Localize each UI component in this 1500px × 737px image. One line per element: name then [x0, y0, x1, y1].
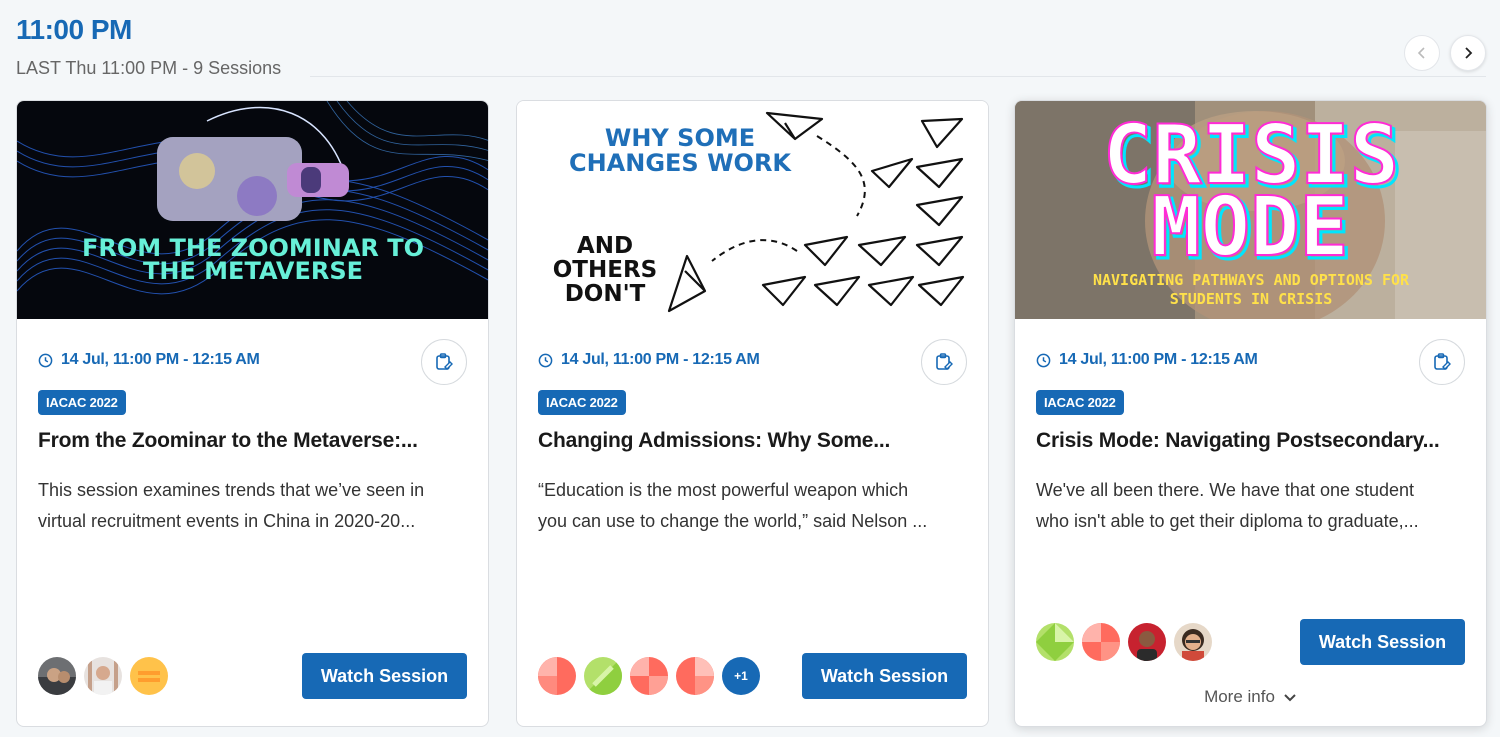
description-line: you can use to change the world,” said N… [538, 511, 928, 531]
speaker-avatars: +1 [538, 657, 760, 695]
clock-icon [538, 353, 553, 367]
slot-time: 11:00 PM [16, 14, 132, 45]
event-tag: IACAC 2022 [38, 390, 126, 415]
avatar[interactable] [538, 657, 576, 695]
session-time: 14 Jul, 11:00 PM - 12:15 AM [38, 351, 260, 369]
add-to-calendar-button[interactable] [921, 339, 967, 385]
add-to-calendar-button[interactable] [421, 339, 467, 385]
watch-session-button[interactable]: Watch Session [1300, 619, 1465, 665]
description-line: We've all been there. We have that one s… [1036, 480, 1415, 500]
description-line: This session examines trends that we’ve … [38, 480, 425, 500]
avatar[interactable] [1082, 623, 1120, 661]
avatar[interactable] [584, 657, 622, 695]
clock-icon [38, 353, 53, 367]
session-card[interactable]: CRISIS CRISIS MODE MODE NAVIGATING PATHW… [1014, 100, 1487, 727]
thumbnail-subtitle-line-2: STUDENTS IN CRISIS [1170, 290, 1333, 308]
clock-icon [1036, 353, 1051, 367]
session-thumbnail: CRISIS CRISIS MODE MODE NAVIGATING PATHW… [1015, 101, 1486, 319]
avatar[interactable] [38, 657, 76, 695]
event-tag: IACAC 2022 [538, 390, 626, 415]
session-time: 14 Jul, 11:00 PM - 12:15 AM [538, 351, 760, 369]
chevron-down-icon [1284, 694, 1296, 702]
thumbnail-title-line-2: MODE [1151, 180, 1348, 275]
calendar-edit-icon [936, 353, 953, 370]
carousel-prev-button[interactable] [1404, 35, 1440, 71]
speaker-avatars [1036, 623, 1212, 661]
more-speakers-badge[interactable]: +1 [722, 657, 760, 695]
avatar[interactable] [1174, 623, 1212, 661]
description-line: virtual recruitment events in China in 2… [38, 511, 416, 531]
add-to-calendar-button[interactable] [1419, 339, 1465, 385]
thumbnail-title-line-4: OTHERS [553, 257, 657, 283]
session-card[interactable]: FROM THE ZOOMINAR TO THE METAVERSE 14 Ju… [16, 100, 489, 727]
time-slot-header: 11:00 PM LAST Thu 11:00 PM - 9 Sessions [16, 14, 281, 79]
thumbnail-title-line-5: DON'T [565, 281, 646, 307]
header-divider [310, 76, 1486, 77]
slot-subtitle: LAST Thu 11:00 PM - 9 Sessions [16, 58, 282, 78]
session-time-text: 14 Jul, 11:00 PM - 12:15 AM [561, 351, 760, 368]
session-time-text: 14 Jul, 11:00 PM - 12:15 AM [1059, 351, 1258, 368]
more-info-label: More info [1204, 687, 1275, 706]
session-description: “Education is the most powerful weapon w… [538, 475, 967, 537]
watch-session-button[interactable]: Watch Session [302, 653, 467, 699]
event-tag: IACAC 2022 [1036, 390, 1124, 415]
avatar[interactable] [130, 657, 168, 695]
avatar[interactable] [630, 657, 668, 695]
more-info-toggle[interactable]: More info [1015, 687, 1486, 707]
avatar[interactable] [1128, 623, 1166, 661]
thumbnail-title-line-2: THE METAVERSE [143, 257, 363, 285]
session-title[interactable]: Changing Admissions: Why Some... [538, 429, 967, 453]
session-description: This session examines trends that we’ve … [38, 475, 467, 537]
thumbnail-title-line-2: CHANGES WORK [569, 149, 792, 177]
chevron-right-icon [1465, 47, 1473, 59]
avatar[interactable] [1036, 623, 1074, 661]
description-line: who isn't able to get their diploma to g… [1036, 511, 1419, 531]
speaker-avatars [38, 657, 168, 695]
session-title[interactable]: From the Zoominar to the Metaverse:... [38, 429, 467, 453]
session-description: We've all been there. We have that one s… [1036, 475, 1465, 537]
session-card[interactable]: WHY SOME CHANGES WORK AND OTHERS DON'T 1… [516, 100, 989, 727]
carousel-next-button[interactable] [1450, 35, 1486, 71]
session-time-text: 14 Jul, 11:00 PM - 12:15 AM [61, 351, 260, 368]
watch-session-button[interactable]: Watch Session [802, 653, 967, 699]
avatar[interactable] [676, 657, 714, 695]
thumbnail-title-line-3: AND [577, 233, 633, 259]
session-thumbnail: FROM THE ZOOMINAR TO THE METAVERSE [17, 101, 488, 319]
session-time: 14 Jul, 11:00 PM - 12:15 AM [1036, 351, 1258, 369]
description-line: “Education is the most powerful weapon w… [538, 480, 909, 500]
calendar-edit-icon [1434, 353, 1451, 370]
chevron-left-icon [1417, 47, 1425, 59]
calendar-edit-icon [436, 353, 453, 370]
thumbnail-subtitle-line-1: NAVIGATING PATHWAYS AND OPTIONS FOR [1093, 271, 1410, 289]
session-title[interactable]: Crisis Mode: Navigating Postsecondary... [1036, 429, 1465, 453]
thumbnail-title-line-1: WHY SOME [605, 124, 755, 152]
session-thumbnail: WHY SOME CHANGES WORK AND OTHERS DON'T [517, 101, 988, 319]
avatar[interactable] [84, 657, 122, 695]
